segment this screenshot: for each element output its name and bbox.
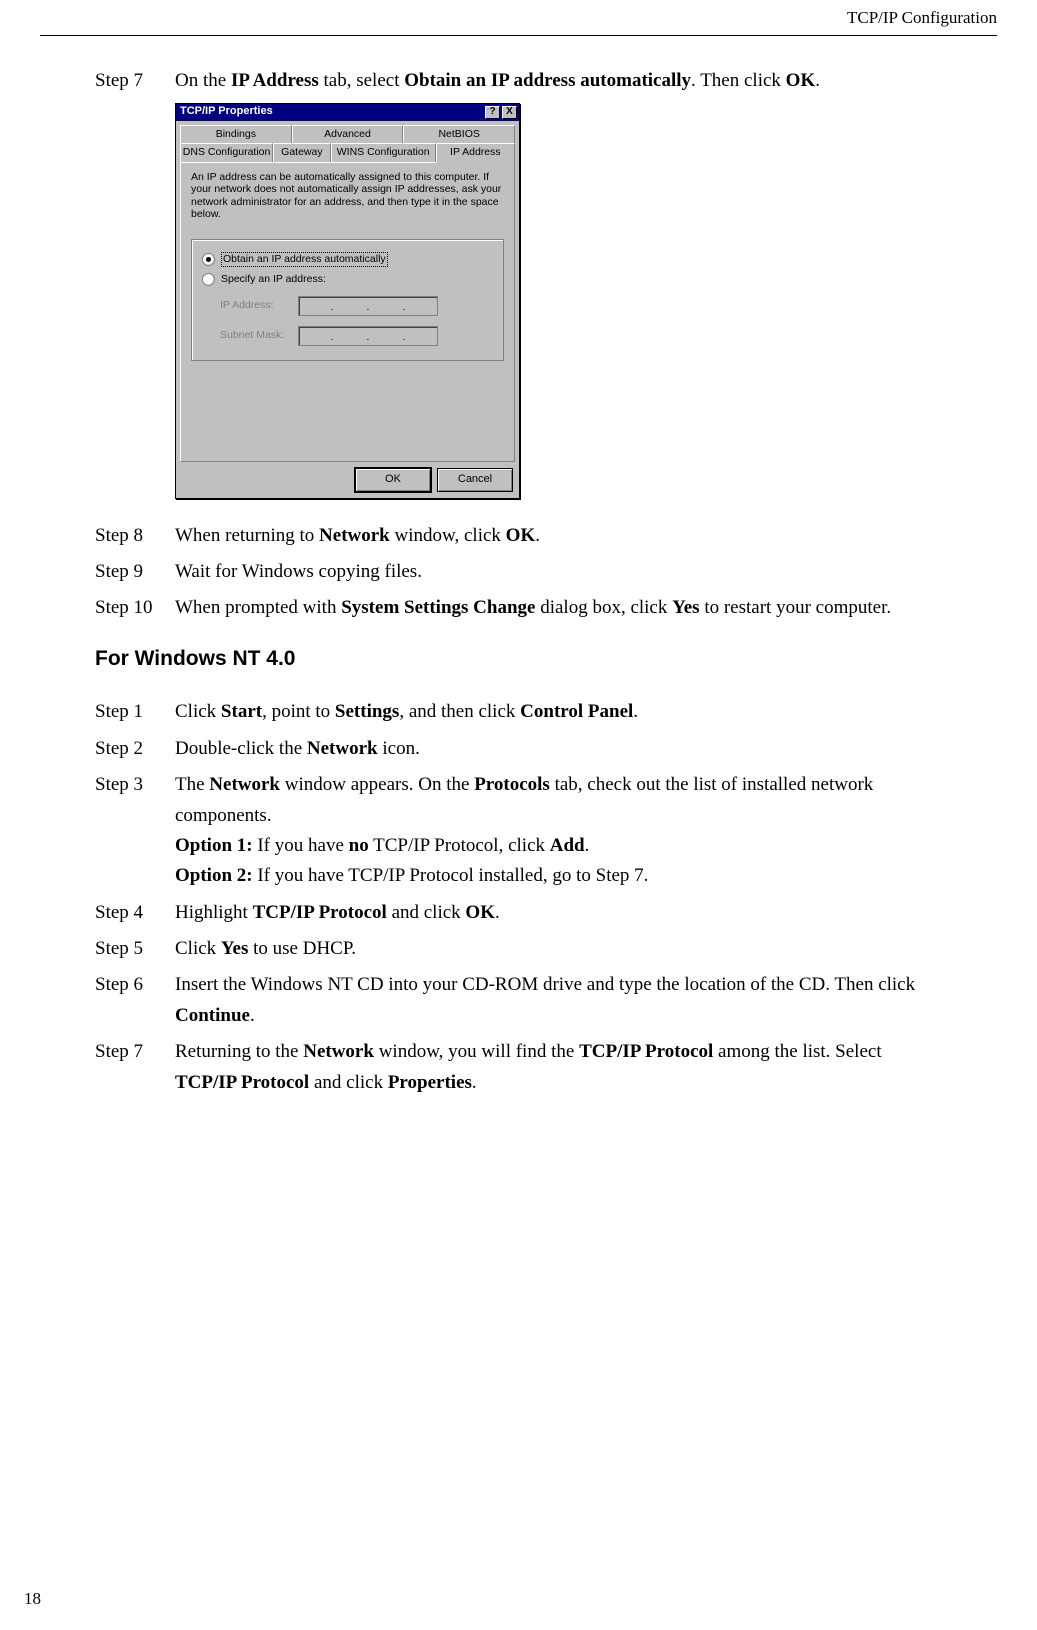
tab-advanced[interactable]: Advanced	[292, 125, 404, 144]
field-label: IP Address:	[220, 299, 298, 312]
tab-bindings[interactable]: Bindings	[180, 125, 292, 144]
step-body: Insert the Windows NT CD into your CD-RO…	[175, 970, 942, 1031]
step-label: Step 10	[95, 593, 175, 623]
close-icon[interactable]: X	[502, 106, 517, 119]
step-label: Step 9	[95, 557, 175, 587]
step-label: Step 6	[95, 970, 175, 1031]
step-row: Step 4 Highlight TCP/IP Protocol and cli…	[95, 898, 942, 928]
step-body: Highlight TCP/IP Protocol and click OK.	[175, 898, 942, 928]
dialog-titlebar: TCP/IP Properties ? X	[176, 104, 519, 121]
step-option: Option 1: If you have no TCP/IP Protocol…	[175, 831, 942, 861]
step-row: Step 6 Insert the Windows NT CD into you…	[95, 970, 942, 1031]
step-body: The Network window appears. On the Proto…	[175, 770, 942, 892]
radio-obtain-auto[interactable]: Obtain an IP address automatically	[202, 252, 493, 267]
step-body: Click Yes to use DHCP.	[175, 934, 942, 964]
step-option: Option 2: If you have TCP/IP Protocol in…	[175, 861, 942, 891]
step-label: Step 2	[95, 734, 175, 764]
tab-dns[interactable]: DNS Configuration	[180, 143, 273, 162]
ip-options-group: Obtain an IP address automatically Speci…	[191, 239, 504, 361]
tab-ipaddress[interactable]: IP Address	[436, 143, 515, 163]
step-body: On the IP Address tab, select Obtain an …	[175, 66, 942, 96]
ip-input[interactable]: ...	[298, 296, 438, 316]
step-label: Step 4	[95, 898, 175, 928]
field-label: Subnet Mask:	[220, 329, 298, 342]
step-body: Returning to the Network window, you wil…	[175, 1037, 942, 1098]
running-header: TCP/IP Configuration	[40, 0, 997, 31]
step-body: Double-click the Network icon.	[175, 734, 942, 764]
radio-label: Specify an IP address:	[221, 273, 326, 286]
dialog-description: An IP address can be automatically assig…	[191, 171, 504, 221]
tab-panel: An IP address can be automatically assig…	[180, 162, 515, 462]
subnet-input[interactable]: ...	[298, 326, 438, 346]
page-number: 18	[24, 1585, 41, 1612]
step-label: Step 7	[95, 1037, 175, 1098]
dialog-title: TCP/IP Properties	[180, 105, 483, 118]
step-body: When prompted with System Settings Chang…	[175, 593, 942, 623]
radio-specify[interactable]: Specify an IP address:	[202, 273, 493, 286]
radio-label: Obtain an IP address automatically	[221, 252, 388, 267]
subnet-mask-field: Subnet Mask: ...	[220, 326, 493, 346]
step-label: Step 7	[95, 66, 175, 96]
step-row: Step 8 When returning to Network window,…	[95, 521, 942, 551]
help-icon[interactable]: ?	[485, 106, 500, 119]
radio-icon	[202, 253, 215, 266]
step-label: Step 8	[95, 521, 175, 551]
step-row: Step 2 Double-click the Network icon.	[95, 734, 942, 764]
tab-netbios[interactable]: NetBIOS	[403, 125, 515, 144]
step-row: Step 9 Wait for Windows copying files.	[95, 557, 942, 587]
step-row: Step 7 On the IP Address tab, select Obt…	[95, 66, 942, 96]
step-row: Step 5 Click Yes to use DHCP.	[95, 934, 942, 964]
tcpip-dialog-screenshot: TCP/IP Properties ? X Bindings Advanced …	[175, 103, 942, 499]
radio-icon	[202, 273, 215, 286]
step-row: Step 10 When prompted with System Settin…	[95, 593, 942, 623]
step-row: Step 7 Returning to the Network window, …	[95, 1037, 942, 1098]
ok-button[interactable]: OK	[355, 468, 431, 492]
tab-gateway[interactable]: Gateway	[273, 143, 330, 162]
step-body: When returning to Network window, click …	[175, 521, 942, 551]
step-body: Click Start, point to Settings, and then…	[175, 697, 942, 727]
step-row: Step 3 The Network window appears. On th…	[95, 770, 942, 892]
tab-wins[interactable]: WINS Configuration	[331, 143, 436, 162]
step-body: Wait for Windows copying files.	[175, 557, 942, 587]
header-rule	[40, 35, 997, 36]
step-label: Step 5	[95, 934, 175, 964]
cancel-button[interactable]: Cancel	[437, 468, 513, 492]
ip-address-field: IP Address: ...	[220, 296, 493, 316]
step-row: Step 1 Click Start, point to Settings, a…	[95, 697, 942, 727]
step-label: Step 1	[95, 697, 175, 727]
section-heading: For Windows NT 4.0	[95, 642, 942, 676]
step-label: Step 3	[95, 770, 175, 892]
